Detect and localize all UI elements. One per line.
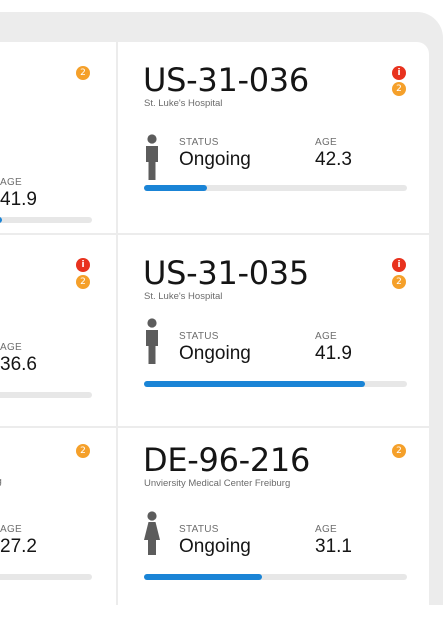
age-label: AGE bbox=[315, 524, 338, 535]
patient-id: DE-96-216 bbox=[143, 441, 311, 479]
age-value: 41.9 bbox=[0, 189, 37, 210]
age-label: AGE bbox=[0, 524, 23, 535]
age-value: 27.2 bbox=[0, 536, 37, 557]
male-patient-icon bbox=[146, 134, 158, 180]
male-patient-icon bbox=[146, 318, 158, 364]
age-value: 42.3 bbox=[315, 149, 352, 170]
patient-card[interactable]: US-31-036 St. Luke's Hospital i 2 STATUS… bbox=[118, 42, 429, 233]
age-label: AGE bbox=[0, 177, 23, 188]
site-name: Unviersity Medical Center Freiburg bbox=[144, 478, 291, 489]
progress-track bbox=[0, 392, 92, 398]
progress-track bbox=[144, 185, 407, 191]
patient-card[interactable]: US-31-035 St. Luke's Hospital i 2 STATUS… bbox=[118, 235, 429, 426]
site-name: St. Luke's Hospital bbox=[144, 98, 223, 109]
progress-fill bbox=[0, 217, 2, 223]
age-label: AGE bbox=[315, 137, 338, 148]
patient-grid: 2 AGE 41.9 i 2 AGE 36.6 2 urg AGE 27.2 U… bbox=[0, 12, 443, 617]
progress-track bbox=[144, 381, 407, 387]
site-name: urg bbox=[0, 476, 2, 487]
progress-fill bbox=[144, 381, 365, 387]
age-value: 31.1 bbox=[315, 536, 352, 557]
patient-id: US-31-035 bbox=[143, 254, 309, 292]
progress-fill bbox=[144, 574, 263, 580]
age-value: 41.9 bbox=[315, 343, 352, 364]
status-label: STATUS bbox=[179, 331, 219, 342]
age-label: AGE bbox=[0, 342, 23, 353]
status-value: Ongoing bbox=[179, 343, 251, 364]
count-badge: 2 bbox=[76, 444, 90, 458]
age-value: 36.6 bbox=[0, 354, 37, 375]
female-patient-icon bbox=[144, 511, 160, 555]
alert-badge: i bbox=[392, 258, 406, 272]
count-badge: 2 bbox=[392, 275, 406, 289]
patient-card-left-1[interactable]: 2 AGE 41.9 bbox=[0, 42, 116, 233]
age-label: AGE bbox=[315, 331, 338, 342]
count-badge: 2 bbox=[392, 82, 406, 96]
status-value: Ongoing bbox=[179, 149, 251, 170]
patient-card-left-2[interactable]: i 2 AGE 36.6 bbox=[0, 235, 116, 426]
status-label: STATUS bbox=[179, 137, 219, 148]
count-badge: 2 bbox=[76, 66, 90, 80]
count-badge: 2 bbox=[76, 275, 90, 289]
patient-id: US-31-036 bbox=[143, 61, 309, 99]
status-label: STATUS bbox=[179, 524, 219, 535]
progress-track bbox=[144, 574, 407, 580]
alert-badge: i bbox=[392, 66, 406, 80]
status-value: Ongoing bbox=[179, 536, 251, 557]
progress-track bbox=[0, 574, 92, 580]
progress-track bbox=[0, 217, 92, 223]
patient-card-left-3[interactable]: 2 urg AGE 27.2 bbox=[0, 428, 116, 617]
alert-badge: i bbox=[76, 258, 90, 272]
count-badge: 2 bbox=[392, 444, 406, 458]
patient-card[interactable]: DE-96-216 Unviersity Medical Center Frei… bbox=[118, 428, 429, 617]
progress-fill bbox=[144, 185, 208, 191]
site-name: St. Luke's Hospital bbox=[144, 291, 223, 302]
